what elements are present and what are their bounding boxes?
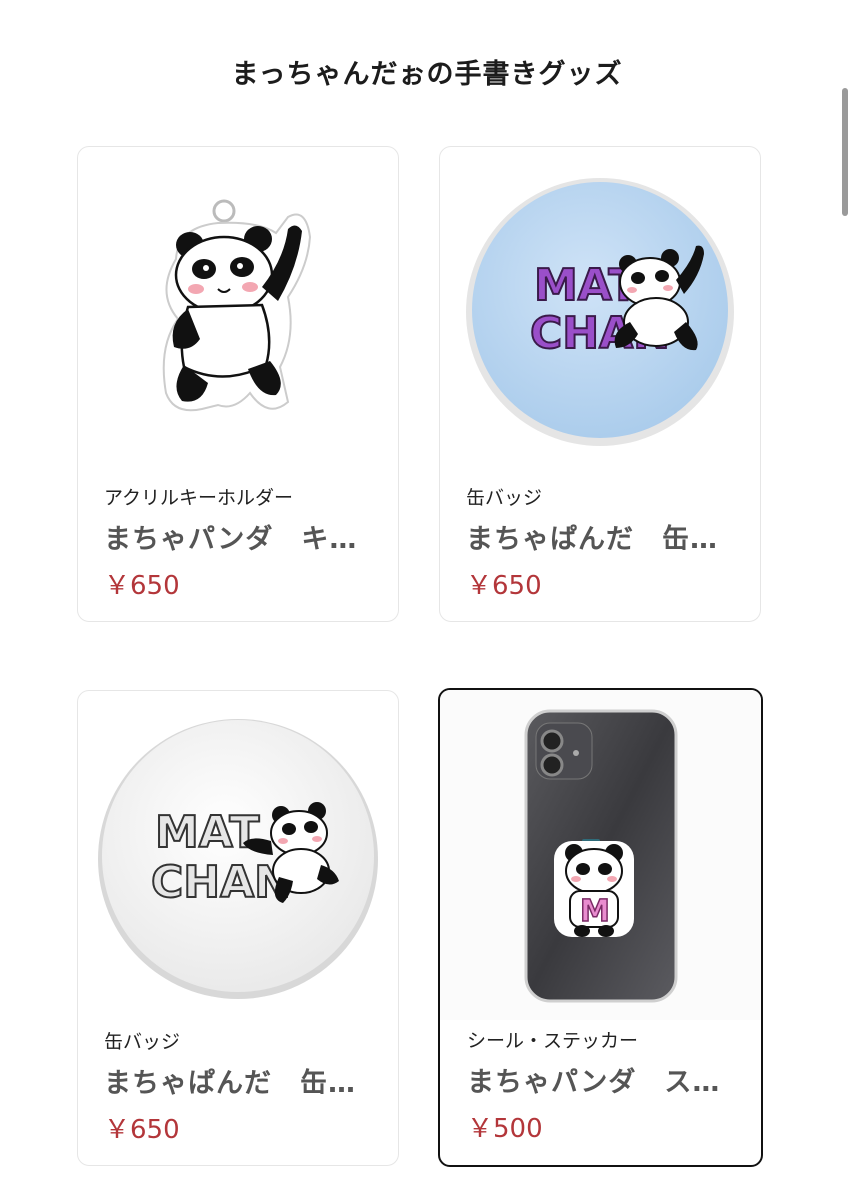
product-price: ￥650 — [466, 571, 542, 601]
product-category: アクリルキーホルダー — [104, 487, 294, 509]
blue-badge-image: MAT CHAN — [440, 147, 760, 477]
product-name[interactable]: まちゃパンダ ステッカー — [467, 1060, 743, 1099]
product-card-blue-badge[interactable]: MAT CHAN 缶バッジ まちゃぱんだ 缶バッジ ￥650 — [439, 146, 761, 622]
badge-text-chan: CHAN — [151, 857, 291, 908]
product-name[interactable]: まちゃぱんだ 缶バッジ — [104, 1061, 380, 1100]
product-category: 缶バッジ — [104, 1031, 181, 1053]
scrollbar[interactable] — [842, 88, 848, 216]
panda-keychain-image — [78, 147, 398, 477]
product-card-sticker[interactable]: M シール・ステッカー まちゃパンダ ステッカー ￥500 — [438, 688, 763, 1167]
phone-sticker-image: M — [440, 690, 761, 1020]
product-price: ￥650 — [104, 1115, 180, 1145]
product-card-white-badge[interactable]: MAT CHAN 缶バッジ まちゃぱんだ 缶バッジ ￥650 — [77, 690, 399, 1166]
product-category: 缶バッジ — [466, 487, 543, 509]
product-name[interactable]: まちゃパンダ キーホルダー — [104, 517, 380, 556]
product-name[interactable]: まちゃぱんだ 缶バッジ — [466, 517, 742, 556]
sticker-letter: M — [580, 894, 610, 929]
product-category: シール・ステッカー — [467, 1030, 639, 1052]
product-card-keychain[interactable]: アクリルキーホルダー まちゃパンダ キーホルダー ￥650 — [77, 146, 399, 622]
badge-text-mat: MAT — [155, 807, 259, 858]
page-title: まっちゃんだぉの手書きグッズ — [231, 59, 623, 90]
product-price: ￥650 — [104, 571, 180, 601]
white-badge-image: MAT CHAN — [78, 691, 398, 1021]
product-price: ￥500 — [467, 1114, 543, 1144]
